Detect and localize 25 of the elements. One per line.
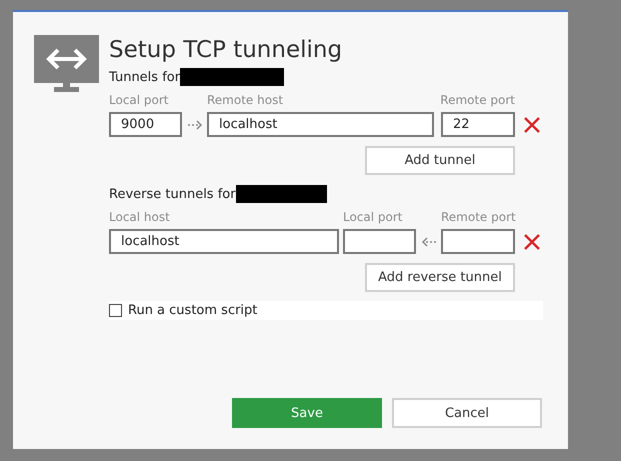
cancel-button[interactable]: Cancel <box>392 398 542 428</box>
add-button[interactable]: Add tunnel <box>365 146 515 175</box>
dialog-title: Setup TCP tunneling <box>109 36 344 65</box>
dotted-arrow-icon <box>186 118 202 130</box>
input-field[interactable]: localhost <box>109 229 339 254</box>
input-field[interactable] <box>441 229 515 254</box>
column-label: Remote host <box>207 93 284 107</box>
delete-icon[interactable] <box>523 232 541 250</box>
column-label: Local port <box>343 210 403 224</box>
column-label: Remote port <box>440 93 515 107</box>
input-field[interactable]: 9000 <box>109 112 182 137</box>
add-button[interactable]: Add reverse tunnel <box>365 263 515 292</box>
section-heading: Reverse tunnels for <box>109 186 236 202</box>
monitor-arrows-icon <box>34 35 99 93</box>
dotted-arrow-icon <box>420 236 436 248</box>
input-field[interactable]: localhost <box>207 112 434 137</box>
input-field[interactable] <box>343 229 416 254</box>
column-label: Local port <box>109 93 169 107</box>
section-heading: Tunnels for <box>109 70 180 84</box>
input-field[interactable]: 22 <box>441 112 515 137</box>
custom-script-checkbox[interactable]: Run a custom script <box>109 301 543 320</box>
column-label: Remote port <box>441 210 516 224</box>
save-button[interactable]: Save <box>232 398 382 428</box>
column-label: Local host <box>109 210 170 224</box>
delete-icon[interactable] <box>523 116 541 134</box>
